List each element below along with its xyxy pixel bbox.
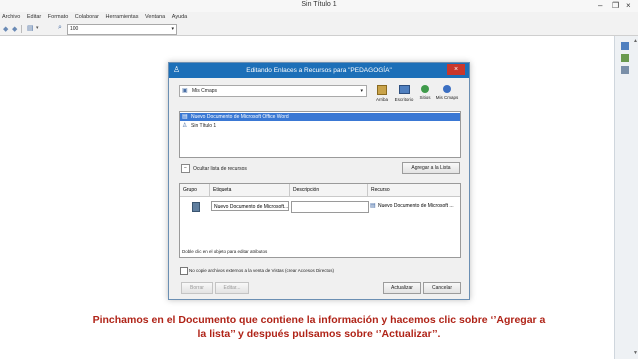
word-document-icon: ▤: [370, 203, 376, 209]
update-button[interactable]: Actualizar: [383, 282, 421, 294]
toolbar: ◆ ◆ ▤ ▾ ⌕ 100 ▾: [0, 23, 638, 36]
maximize-button[interactable]: ❐: [612, 0, 619, 12]
add-to-list-button[interactable]: Agregar a la Lista: [402, 162, 460, 174]
caption-line-2: la lista’’ y después pulsamos sobre ‘’Ac…: [197, 328, 441, 340]
panel-icon[interactable]: [621, 54, 629, 62]
no-copy-checkbox[interactable]: [180, 267, 188, 275]
chevron-down-icon: ▾: [360, 88, 363, 94]
place-escritorio[interactable]: Escritorio: [393, 85, 415, 105]
panel-icon[interactable]: [621, 42, 629, 50]
table-header: Grupo Etiqueta Descripción Recurso: [180, 184, 460, 197]
user-icon: [443, 85, 451, 93]
delete-button[interactable]: Borrar: [181, 282, 213, 294]
place-label: Escritorio: [394, 97, 414, 102]
place-label: Sitios: [419, 95, 431, 100]
place-sitios[interactable]: Sitios: [416, 85, 434, 105]
dialog-title: Editando Enlaces a Recursos para "PEDAGO…: [246, 67, 392, 74]
column-header-grupo[interactable]: Grupo: [180, 184, 210, 196]
location-select[interactable]: ▣ Mis Cmaps ▾: [179, 85, 367, 97]
up-folder-icon: [377, 85, 387, 95]
collapse-toggle[interactable]: −: [181, 164, 190, 173]
app-title: Sin Título 1: [301, 1, 337, 8]
folder-icon: ▣: [182, 88, 188, 94]
minimize-button[interactable]: –: [598, 0, 602, 12]
place-arriba[interactable]: Arriba: [372, 85, 392, 105]
zoom-icon: ⌕: [58, 24, 62, 31]
menu-ayuda[interactable]: Ayuda: [172, 14, 188, 20]
zoom-value: 100: [70, 26, 79, 32]
menu-herramientas[interactable]: Herramientas: [105, 14, 138, 20]
file-list[interactable]: ▤ Nuevo Documento de Microsoft Office Wo…: [179, 111, 461, 158]
list-item[interactable]: ♙ Sin Título 1: [180, 122, 460, 130]
dialog-close-button[interactable]: ×: [447, 64, 465, 75]
location-select-value: Mis Cmaps: [192, 88, 218, 94]
forward-arrow-icon[interactable]: ◆: [12, 25, 17, 33]
menu-ventana[interactable]: Ventana: [145, 14, 165, 20]
menu-colaborar[interactable]: Colaborar: [75, 14, 99, 20]
group-icon: [192, 202, 200, 212]
no-copy-label[interactable]: No copie archivos externos a la venta de…: [189, 268, 334, 273]
menu-editar[interactable]: Editar: [27, 14, 41, 20]
close-window-button[interactable]: ×: [626, 0, 631, 12]
list-item[interactable]: ▤ Nuevo Documento de Microsoft Office Wo…: [180, 113, 460, 121]
panel-icon[interactable]: [621, 66, 629, 74]
file-name: Nuevo Documento de Microsoft Office Word: [191, 114, 289, 120]
scroll-up-icon[interactable]: ▲: [633, 38, 638, 44]
menu-formato[interactable]: Formato: [48, 14, 68, 20]
table-row[interactable]: Nuevo Documento de Microsoft... ▤ Nuevo …: [180, 200, 460, 214]
word-document-icon: ▤: [182, 114, 188, 120]
caption-line-1: Pinchamos en el Documento que contiene l…: [92, 314, 546, 326]
place-label: Mis Cmaps: [435, 95, 459, 100]
row-description[interactable]: [291, 201, 369, 213]
app-titlebar: Sin Título 1 – ❐ ×: [0, 0, 638, 12]
toolbar-divider: [21, 25, 22, 33]
chevron-down-icon[interactable]: ▾: [36, 25, 39, 31]
row-label[interactable]: Nuevo Documento de Microsoft...: [211, 201, 289, 211]
edit-button[interactable]: Editar...: [215, 282, 249, 294]
back-arrow-icon[interactable]: ◆: [3, 25, 8, 33]
side-panel: ▲ ▼: [614, 36, 638, 359]
globe-icon: [421, 85, 429, 93]
dialog-titlebar: ♙ Editando Enlaces a Recursos para "PEDA…: [169, 63, 469, 78]
scroll-down-icon[interactable]: ▼: [633, 350, 638, 356]
desktop-icon: [398, 85, 410, 94]
column-header-descripcion[interactable]: Descripción: [290, 184, 368, 196]
resource-table: Grupo Etiqueta Descripción Recurso Nuevo…: [179, 183, 461, 258]
file-name: Sin Título 1: [191, 123, 217, 129]
column-header-etiqueta[interactable]: Etiqueta: [210, 184, 290, 196]
edit-links-dialog: ♙ Editando Enlaces a Recursos para "PEDA…: [168, 62, 470, 300]
chevron-down-icon: ▾: [171, 26, 174, 32]
column-header-recurso[interactable]: Recurso: [368, 184, 460, 196]
row-resource: Nuevo Documento de Microsoft ...: [378, 203, 454, 209]
hide-list-label[interactable]: Ocultar lista de recursos: [193, 166, 247, 172]
place-label: Arriba: [375, 97, 388, 102]
place-mis-cmaps[interactable]: Mis Cmaps: [434, 85, 460, 105]
menu-bar: Archivo Editar Formato Colaborar Herrami…: [0, 12, 638, 23]
zoom-select[interactable]: 100 ▾: [67, 24, 177, 35]
menu-archivo[interactable]: Archivo: [2, 14, 20, 20]
edit-hint: Doble clic en el objeto para editar atri…: [182, 249, 268, 254]
cancel-button[interactable]: Cancelar: [423, 282, 461, 294]
cmap-icon: ♙: [182, 123, 188, 129]
instruction-caption: Pinchamos en el Documento que contiene l…: [0, 313, 638, 341]
view-icon[interactable]: ▤: [27, 24, 34, 32]
